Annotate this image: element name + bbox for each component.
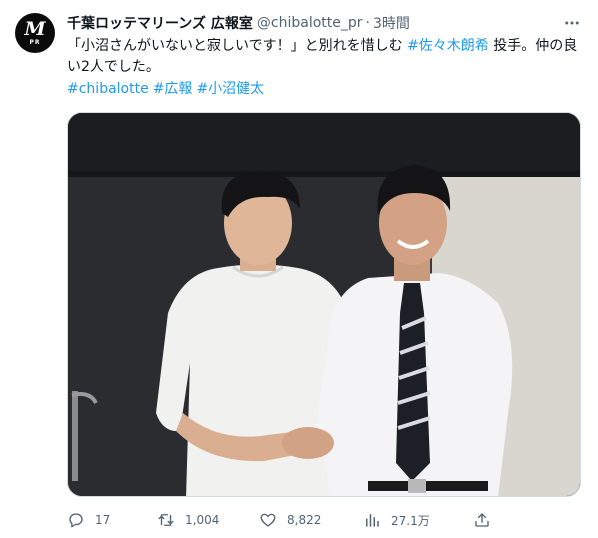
tweet-text: 「小沼さんがいないと寂しいです！」と別れを惜しむ #佐々木朗希 投手。仲の良い2… xyxy=(67,36,587,78)
display-name[interactable]: 千葉ロッテマリーンズ 広報室 xyxy=(67,13,253,33)
analytics-icon xyxy=(366,514,379,527)
photo-two-men-shaking-hands xyxy=(68,113,580,496)
header-separator: · xyxy=(365,15,370,31)
hashtag-link[interactable]: #佐々木朗希 xyxy=(407,38,489,54)
tweet-header: 千葉ロッテマリーンズ 広報室 @chibalotte_pr · 3時間 xyxy=(67,13,410,33)
avatar-logo-sub: PR xyxy=(29,39,41,46)
user-handle[interactable]: @chibalotte_pr xyxy=(257,15,363,31)
hashtag-link[interactable]: #小沼健太 xyxy=(196,81,264,97)
tweet-text-part1: 「小沼さんがいないと寂しいです！」と別れを惜しむ xyxy=(67,38,408,54)
tweet-card[interactable]: M PR 千葉ロッテマリーンズ 広報室 @chibalotte_pr · 3時間… xyxy=(0,0,598,538)
share-icon xyxy=(475,513,489,527)
hashtag-list: #chibalotte #広報 #小沼健太 xyxy=(67,79,268,100)
view-count: 27.1万 xyxy=(391,513,430,528)
reply-button[interactable]: 17 xyxy=(67,509,110,531)
tweet-actions: 17 1,004 8,822 27.1万 xyxy=(67,509,497,531)
more-horizontal-icon xyxy=(565,21,579,25)
tweet-photo[interactable] xyxy=(67,112,581,497)
like-button[interactable]: 8,822 xyxy=(259,509,321,531)
more-options-button[interactable] xyxy=(560,11,584,35)
reply-count: 17 xyxy=(95,513,111,527)
reply-icon xyxy=(69,513,83,528)
like-count: 8,822 xyxy=(287,513,322,527)
avatar-logo-mark: M xyxy=(24,18,46,40)
share-button[interactable] xyxy=(473,509,501,531)
avatar[interactable]: M PR xyxy=(15,13,55,53)
views-button[interactable]: 27.1万 xyxy=(363,509,430,531)
retweet-count: 1,004 xyxy=(185,513,220,527)
heart-icon xyxy=(260,513,276,527)
retweet-button[interactable]: 1,004 xyxy=(157,509,219,531)
hashtag-link[interactable]: #広報 xyxy=(153,81,193,97)
hashtag-link[interactable]: #chibalotte xyxy=(67,81,149,97)
retweet-icon xyxy=(158,514,174,526)
timestamp[interactable]: 3時間 xyxy=(373,13,410,33)
